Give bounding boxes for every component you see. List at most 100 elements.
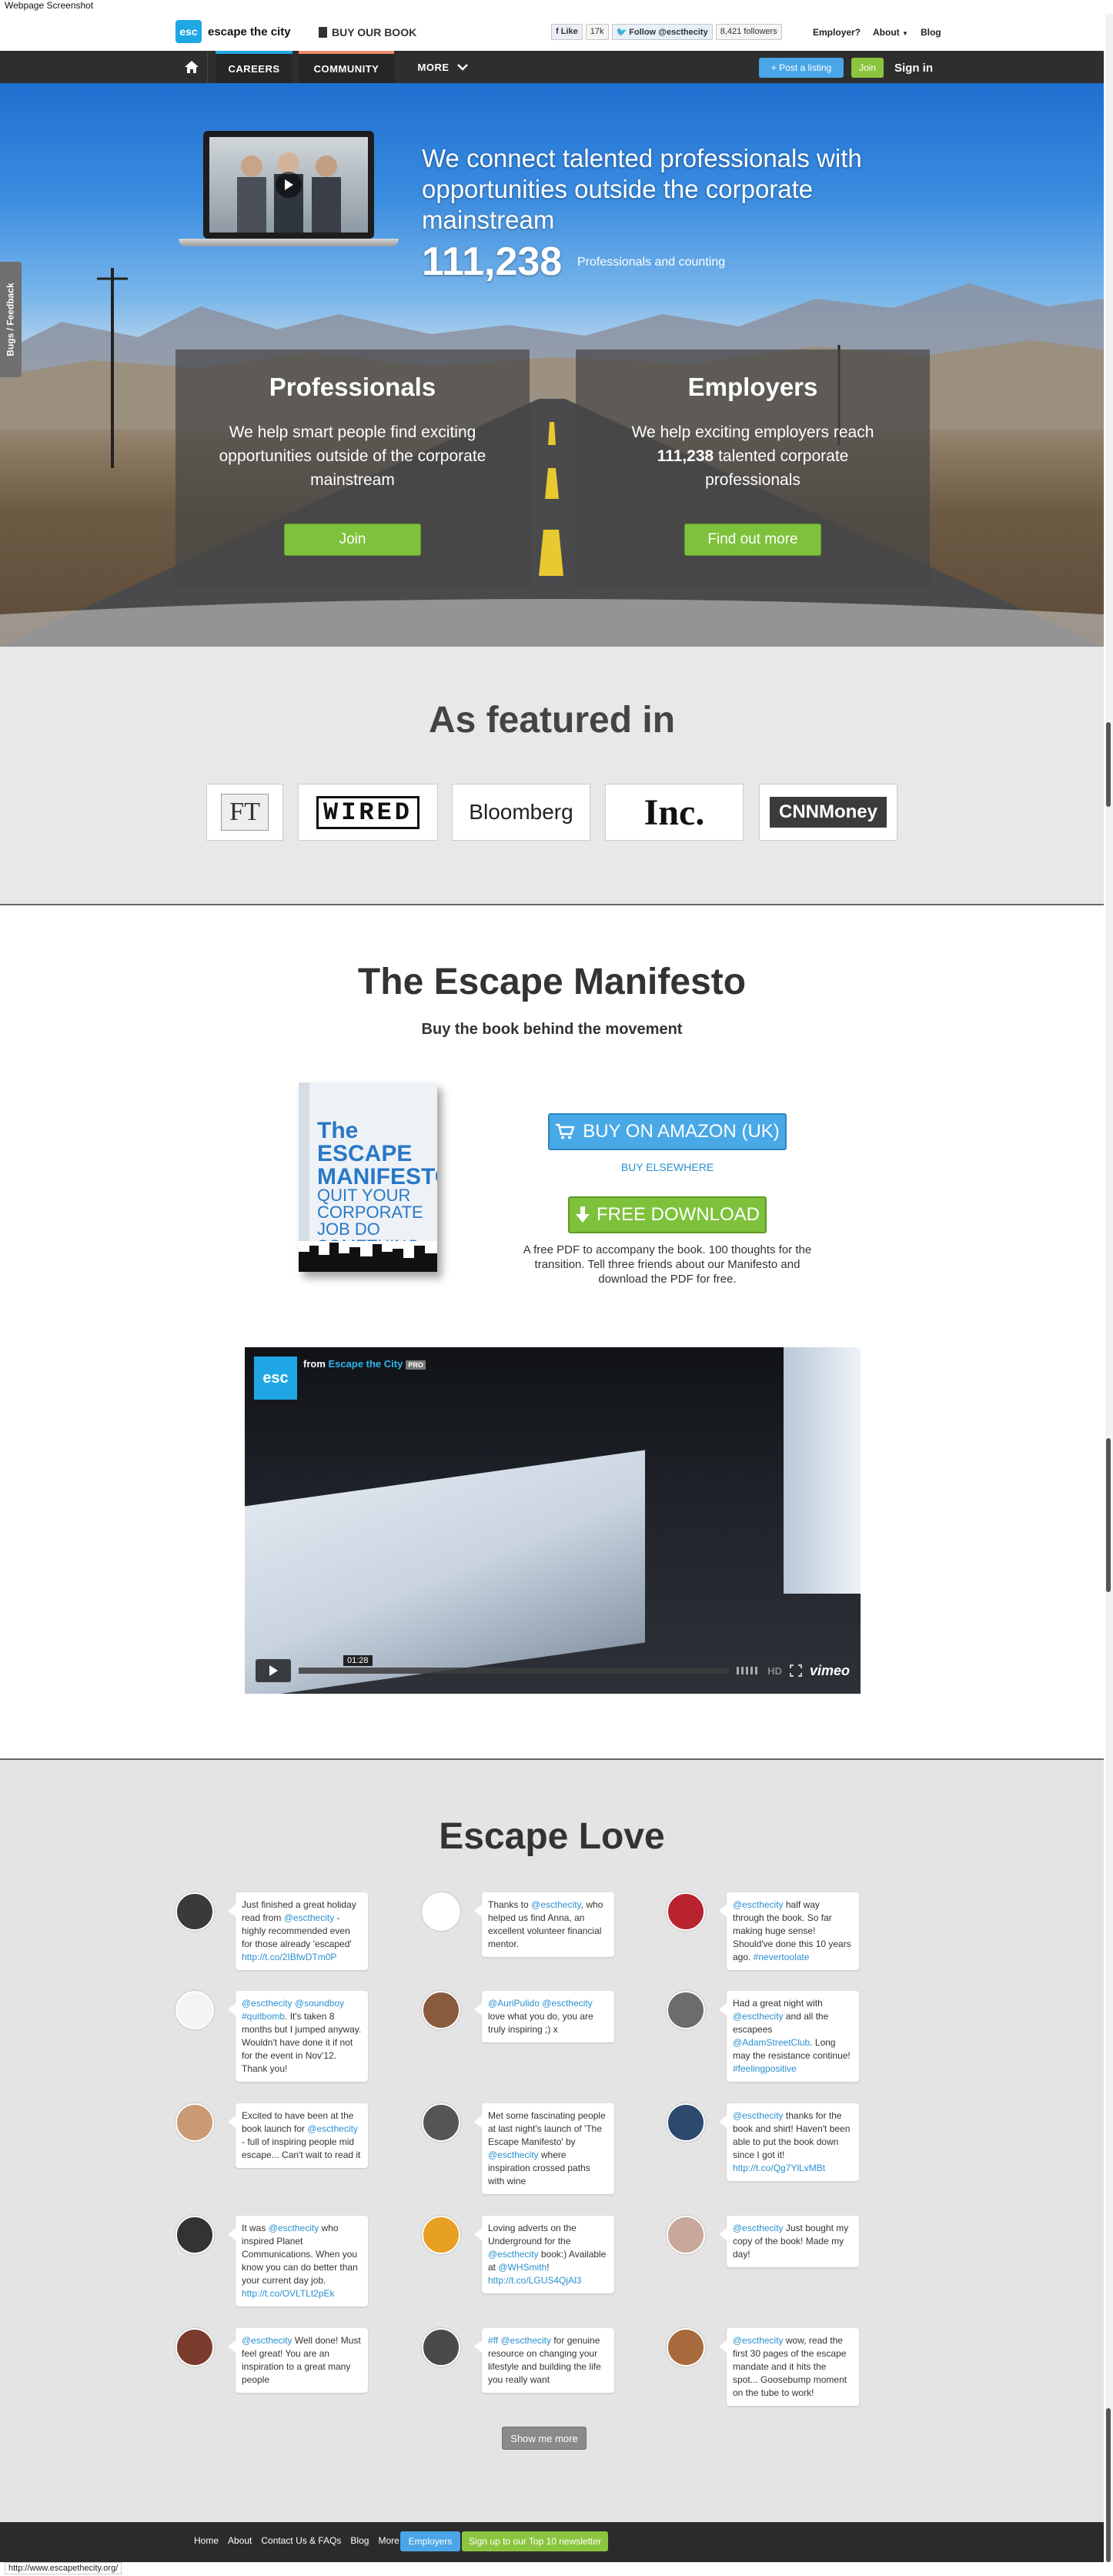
intro-video-thumbnail [209,137,368,233]
scrollbar-thumb[interactable] [1106,2408,1111,2562]
footer-about-link[interactable]: About [228,2535,252,2546]
video-progress-track[interactable] [299,1668,730,1674]
ft-logo[interactable]: FT [206,784,283,841]
video-channel-link[interactable]: Escape the City [329,1358,403,1370]
tweet-link[interactable]: @escthecity [242,2335,292,2346]
scrollbar[interactable] [1105,14,1113,2562]
employer-link[interactable]: Employer? [813,27,861,38]
tweet-link[interactable]: @escthecity [307,2123,358,2134]
avatar[interactable] [175,1991,214,2029]
avatar[interactable] [175,2328,214,2367]
nav-more[interactable]: MORE [408,51,477,83]
wired-logo[interactable]: WIRED [298,784,438,841]
book-cover[interactable]: The ESCAPE MANIFESTO QUIT YOUR CORPORATE… [299,1082,437,1272]
tweet-link[interactable]: #quitbomb [242,2011,285,2022]
blog-link[interactable]: Blog [921,27,941,38]
scrollbar-thumb[interactable] [1106,1438,1111,1592]
social-buttons: f Like 17k 🐦 Follow @escthecity 8,421 fo… [551,24,782,40]
post-listing-button[interactable]: + Post a listing [759,58,844,78]
buy-elsewhere-link[interactable]: BUY ELSEWHERE [548,1161,787,1173]
play-icon[interactable] [276,172,302,198]
tweet-link[interactable]: @AdamStreetClub [733,2037,810,2048]
twitter-follow-button[interactable]: 🐦 Follow @escthecity [611,24,713,40]
buy-on-amazon-button[interactable]: BUY ON AMAZON (UK) [548,1113,787,1150]
inc-logo[interactable]: Inc. [605,784,744,841]
site-logo[interactable]: esc escape the city [175,20,291,43]
sign-in-link[interactable]: Sign in [894,58,933,78]
tweet-link[interactable]: @escthecity [733,2011,784,2022]
wired-logo-text: WIRED [316,795,419,829]
featured-section: As featured in FT WIRED Bloomberg Inc. C… [0,647,1104,905]
tweet-link[interactable]: @escthecity [542,1998,593,2009]
avatar[interactable] [422,2216,460,2254]
footer-contact-link[interactable]: Contact Us & FAQs [261,2535,341,2546]
buy-our-book-link[interactable]: BUY OUR BOOK [319,26,416,38]
show-more-button[interactable]: Show me more [502,2427,587,2450]
intro-video-laptop[interactable] [179,131,399,246]
cnnmoney-logo[interactable]: CNNMoney [759,784,897,841]
avatar[interactable] [175,1892,214,1931]
tweet-link[interactable]: @escthecity [284,1912,335,1923]
bloomberg-logo[interactable]: Bloomberg [452,784,590,841]
home-button[interactable] [175,51,208,83]
avatar[interactable] [422,1892,460,1931]
tweet-link[interactable]: @escthecity [733,2110,784,2121]
avatar[interactable] [175,2216,214,2254]
bugs-feedback-tab[interactable]: Bugs / Feedback [0,262,22,377]
tweet-link[interactable]: @escthecity [733,2223,784,2233]
tweet-link[interactable]: @WHSmith [498,2262,546,2273]
footer-home-link[interactable]: Home [194,2535,219,2546]
footer-blog-link[interactable]: Blog [350,2535,369,2546]
avatar[interactable] [667,1991,705,2029]
avatar[interactable] [422,2103,460,2142]
avatar[interactable] [422,2328,460,2367]
tweet-link[interactable]: http://t.co/Qg7YlLvMBt [733,2163,825,2173]
fullscreen-icon[interactable] [789,1664,802,1677]
footer-employers-button[interactable]: Employers [400,2531,460,2551]
tweet-link[interactable]: http://t.co/LGUS4QjAl3 [488,2275,581,2286]
professionals-join-button[interactable]: Join [284,524,421,556]
avatar[interactable] [667,2216,705,2254]
screenshot-label: Webpage Screenshot [5,0,94,11]
tweet-link[interactable]: #ff [488,2335,498,2346]
scrollbar-thumb[interactable] [1106,722,1111,807]
newsletter-signup-button[interactable]: Sign up to our Top 10 newsletter [462,2531,608,2551]
avatar[interactable] [667,1892,705,1931]
twitter-followers-count: 8,421 followers [715,24,782,40]
tweet-link[interactable]: @escthecity [488,2249,539,2260]
video-channel-logo[interactable]: esc [254,1357,297,1400]
vimeo-logo[interactable]: vimeo [810,1663,850,1679]
tweet-link[interactable]: #feelingpositive [733,2063,797,2074]
tweet-link[interactable]: @escthecity [531,1899,581,1910]
free-download-button[interactable]: FREE DOWNLOAD [568,1196,767,1233]
escape-love-title: Escape Love [439,1816,665,1857]
nav-careers[interactable]: CAREERS [216,51,292,83]
video-play-button[interactable] [256,1659,291,1682]
volume-icon[interactable] [737,1665,760,1676]
tweet-link[interactable]: @escthecity [269,2223,319,2233]
tweet-link[interactable]: #nevertoolate [754,1952,810,1962]
tweet-link[interactable]: @escthecity [242,1998,292,2009]
tweet-link[interactable]: http://t.co/OVLTLt2pEk [242,2288,335,2299]
tweet-link[interactable]: @escthecity [488,2149,539,2160]
tweet-link[interactable]: http://t.co/2IBfwDTm0P [242,1952,336,1962]
avatar[interactable] [667,2328,705,2367]
avatar[interactable] [175,2103,214,2142]
tweet-text: @escthecity wow, read the first 30 pages… [719,2328,859,2406]
tweet-text: @AuriPulido @escthecity love what you do… [474,1991,614,2042]
avatar[interactable] [422,1991,460,2029]
avatar[interactable] [667,2103,705,2142]
tweet-link[interactable]: @escthecity [733,2335,784,2346]
tweet-link[interactable]: @AuriPulido [488,1998,540,2009]
facebook-like-button[interactable]: f Like [551,24,583,40]
employers-panel: Employers We help exciting employers rea… [576,350,930,588]
hd-toggle[interactable]: HD [767,1665,782,1677]
find-out-more-button[interactable]: Find out more [684,524,821,556]
tweet-link[interactable]: @escthecity [733,1899,784,1910]
nav-community[interactable]: COMMUNITY [299,51,394,83]
about-link[interactable]: About ▼ [873,27,908,38]
nav-join-button[interactable]: Join [851,58,884,78]
tweet-link[interactable]: @escthecity [500,2335,551,2346]
tweet-link[interactable]: @soundboy [295,1998,344,2009]
manifesto-video[interactable]: esc from Escape the City PRO 01:28 HD vim… [245,1347,861,1694]
